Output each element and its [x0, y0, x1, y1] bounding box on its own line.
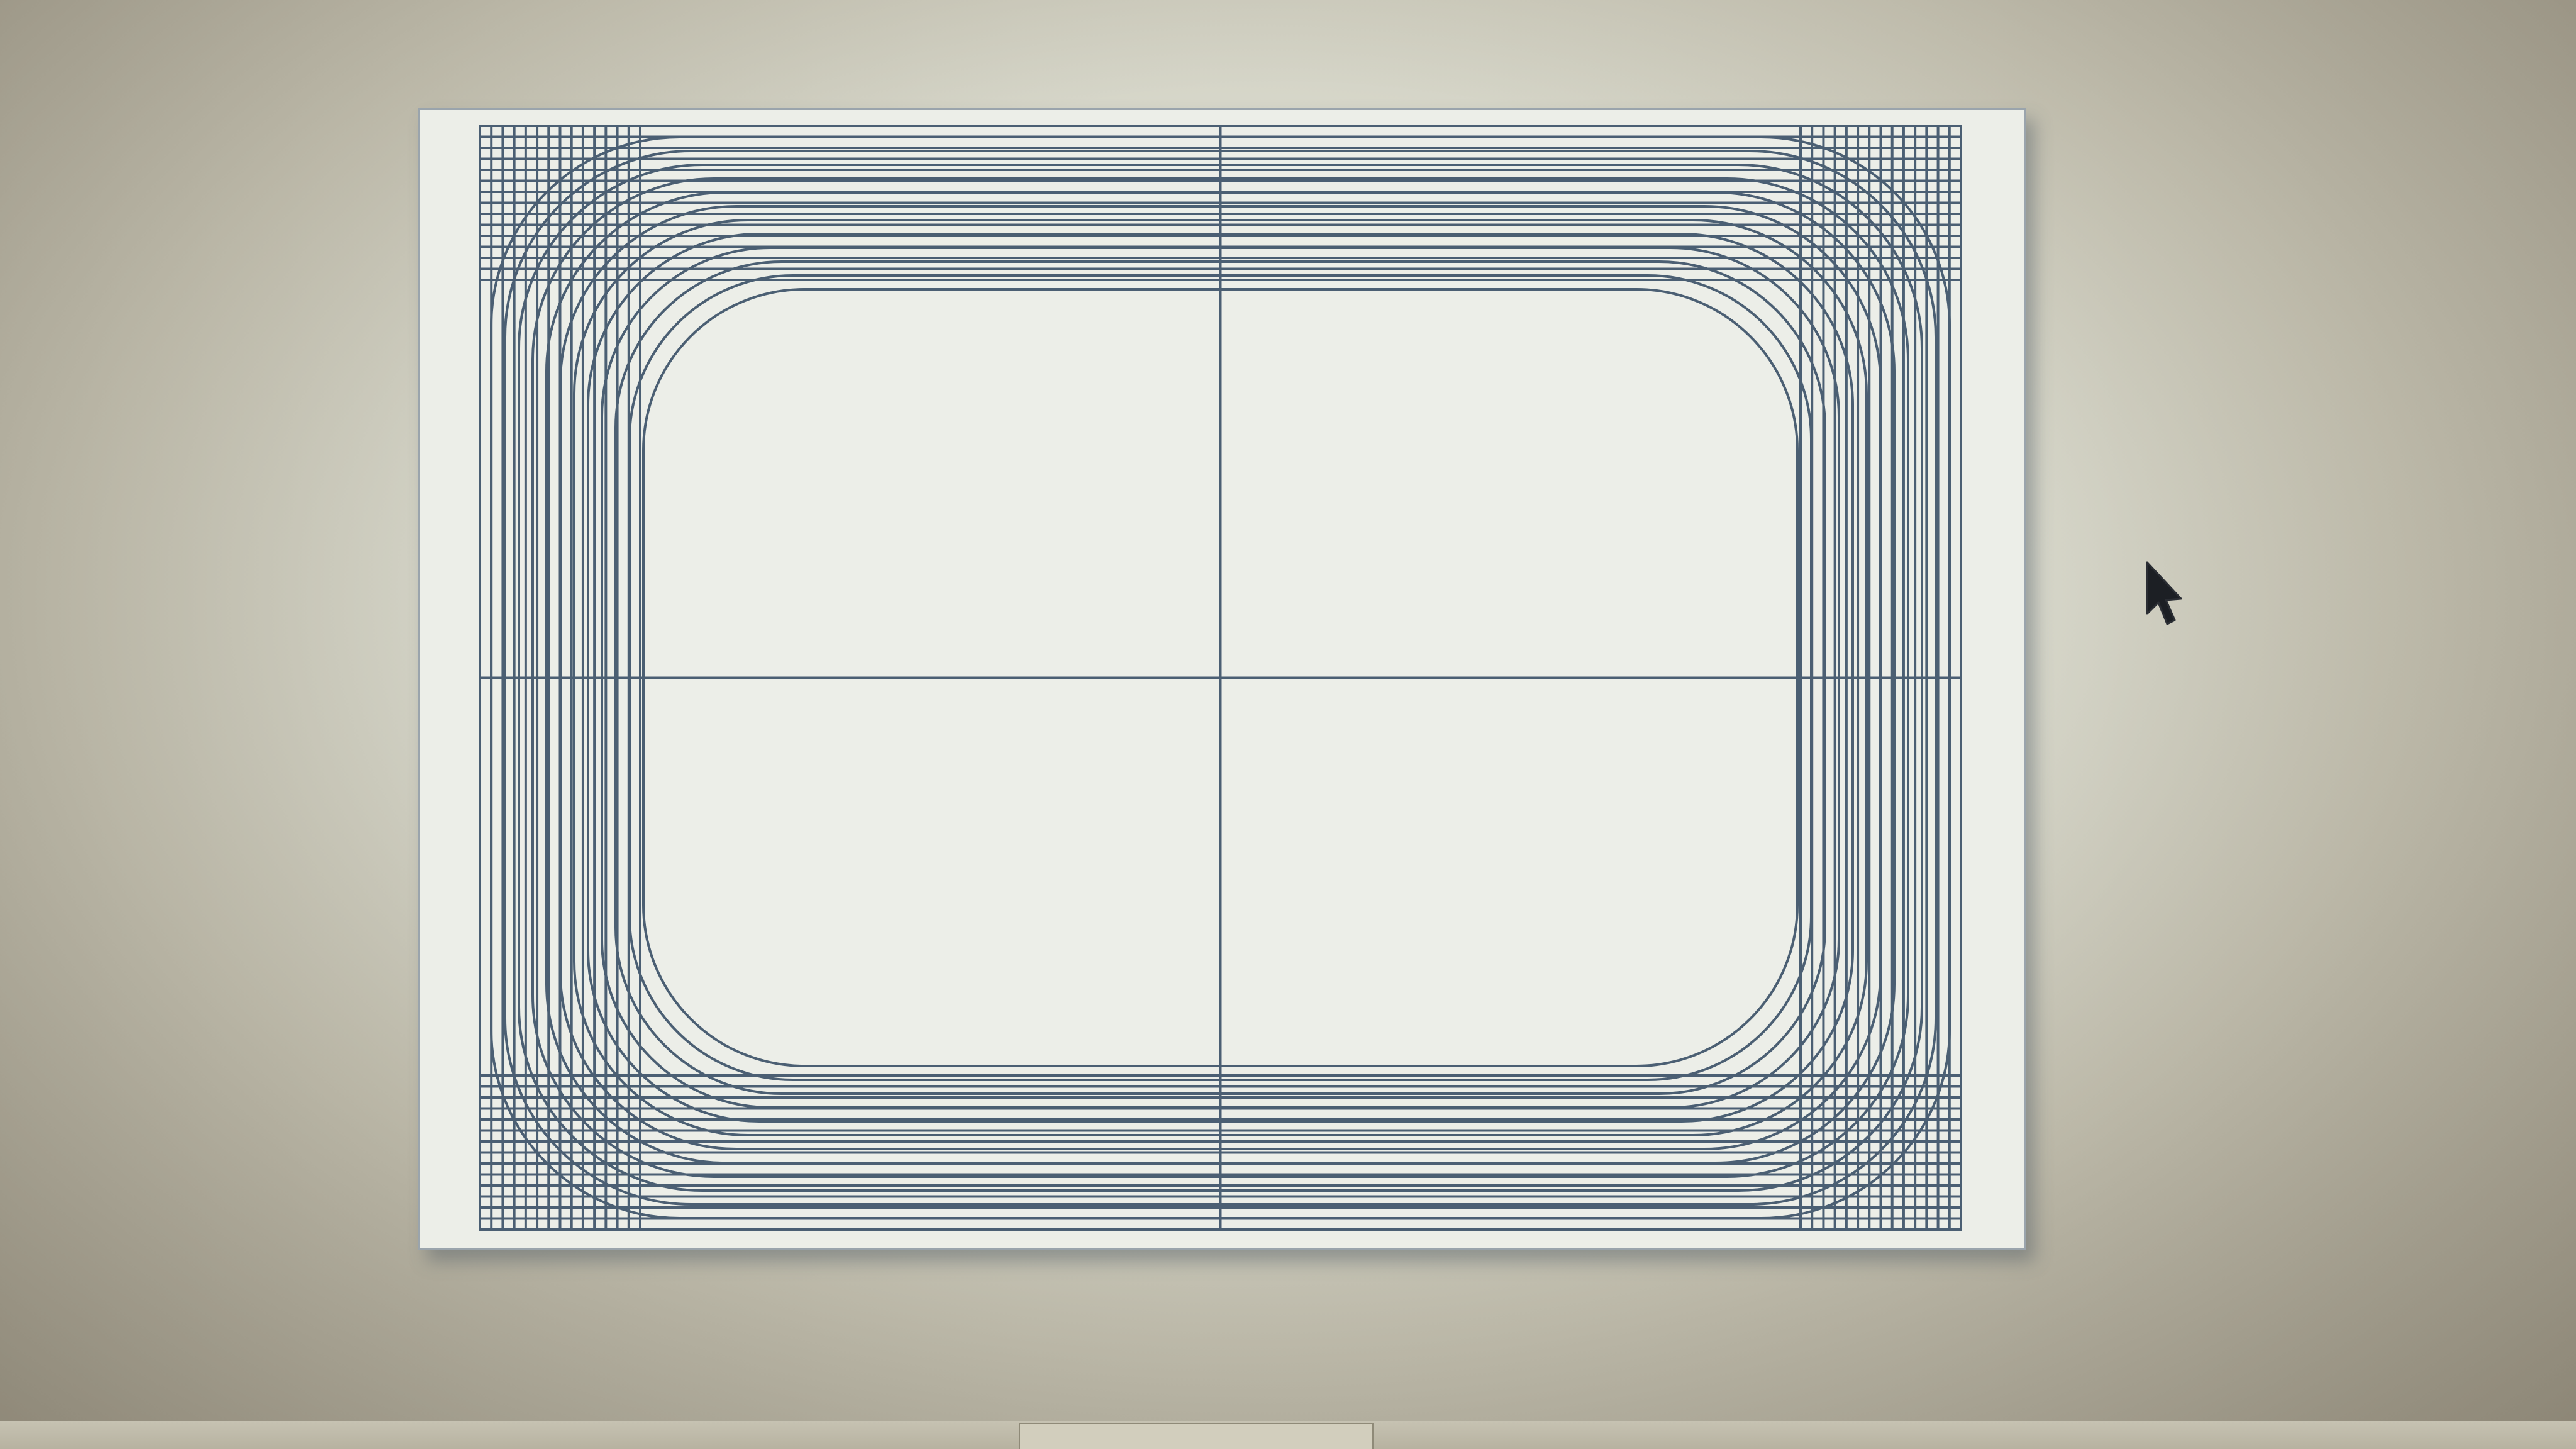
document-page [418, 108, 2026, 1250]
arrow-pointer-icon [2146, 561, 2182, 625]
taskbar-tab[interactable] [1019, 1423, 1374, 1449]
grid-distortion-pattern [479, 125, 1962, 1231]
